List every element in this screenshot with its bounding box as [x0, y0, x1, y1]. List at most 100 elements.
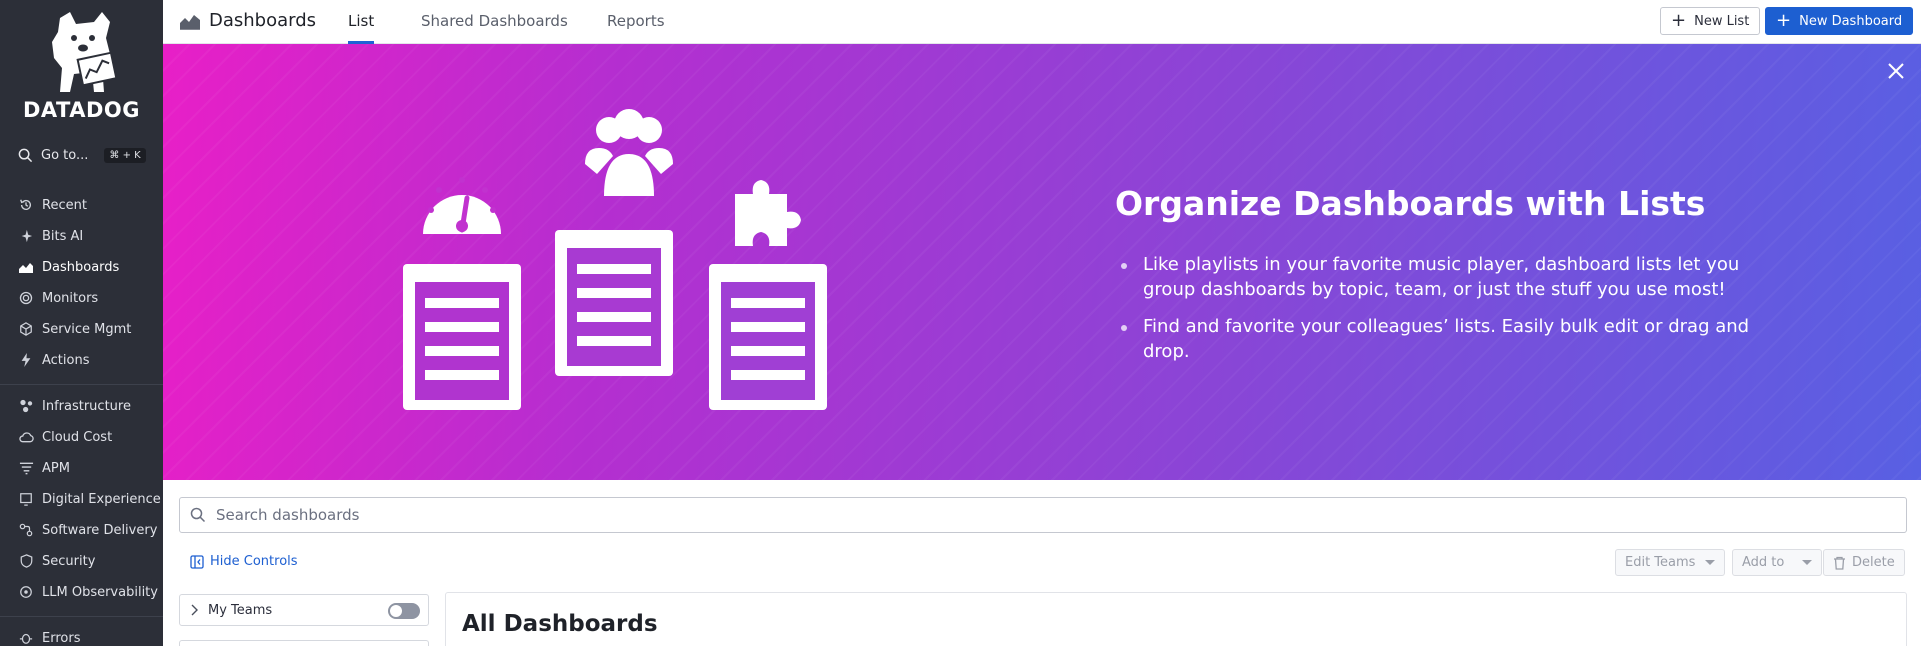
- sidebar-item-cloud-cost[interactable]: Cloud Cost: [18, 425, 112, 449]
- my-teams-filter[interactable]: My Teams: [179, 594, 429, 626]
- llm-icon: [18, 584, 34, 600]
- monitor-icon: [18, 290, 34, 306]
- sidebar-item-label: Dashboards: [42, 259, 120, 275]
- datadog-logo[interactable]: DATADOG: [0, 8, 163, 132]
- page-title-text: Dashboards: [209, 10, 317, 31]
- top-header: Dashboards List Shared Dashboards Report…: [163, 0, 1921, 44]
- tab-shared-dashboards[interactable]: Shared Dashboards: [421, 12, 568, 44]
- sidebar-divider: [0, 616, 163, 617]
- new-list-label: New List: [1694, 13, 1750, 29]
- document-icon: [403, 264, 521, 410]
- lists-illustration: [403, 109, 827, 410]
- search-input[interactable]: [216, 506, 1816, 524]
- collapse-panel-icon: [190, 554, 204, 569]
- sidebar-item-actions[interactable]: Actions: [18, 348, 90, 372]
- sidebar-item-monitors[interactable]: Monitors: [18, 286, 98, 310]
- bug-icon: [18, 630, 34, 646]
- lists-promo-banner: Organize Dashboards with Lists Like play…: [163, 44, 1921, 480]
- edit-teams-label: Edit Teams: [1625, 555, 1696, 570]
- search-icon: [18, 148, 33, 163]
- cloud-dollar-icon: [18, 429, 34, 445]
- sidebar: DATADOG Go to... ⌘ + K Recent Bits AI Da…: [0, 0, 163, 646]
- hide-controls-button[interactable]: Hide Controls: [190, 554, 298, 569]
- sidebar-item-label: Digital Experience: [42, 491, 161, 507]
- delete-button[interactable]: Delete: [1823, 549, 1905, 576]
- sidebar-item-label: LLM Observability: [42, 584, 158, 600]
- filter-panel: [179, 640, 429, 646]
- delete-label: Delete: [1852, 555, 1895, 570]
- tab-reports[interactable]: Reports: [607, 12, 665, 44]
- add-to-label: Add to: [1742, 555, 1785, 570]
- new-list-button[interactable]: + New List: [1660, 7, 1761, 35]
- banner-title: Organize Dashboards with Lists: [1115, 184, 1706, 223]
- add-to-button[interactable]: Add to: [1732, 549, 1823, 576]
- plus-icon: +: [1776, 10, 1792, 31]
- plus-icon: +: [1671, 10, 1687, 31]
- sidebar-item-label: Cloud Cost: [42, 429, 113, 445]
- sidebar-item-label: Bits AI: [42, 228, 84, 244]
- sidebar-item-label: Software Delivery: [42, 522, 158, 538]
- my-teams-label: My Teams: [208, 602, 273, 618]
- sidebar-item-software-delivery[interactable]: Software Delivery: [18, 518, 157, 542]
- sidebar-item-label: APM: [42, 460, 70, 476]
- sidebar-item-digital-experience[interactable]: Digital Experience: [18, 487, 161, 511]
- sidebar-item-llm-observability[interactable]: LLM Observability: [18, 580, 158, 604]
- sidebar-item-label: Monitors: [42, 290, 99, 306]
- sidebar-item-dashboards[interactable]: Dashboards: [18, 255, 119, 279]
- team-icon: [585, 109, 673, 196]
- goto-shortcut: ⌘ + K: [104, 148, 146, 163]
- apm-icon: [18, 460, 34, 476]
- caret-down-icon: [1802, 560, 1813, 565]
- new-dashboard-button[interactable]: + New Dashboard: [1765, 7, 1914, 35]
- sidebar-item-infrastructure[interactable]: Infrastructure: [18, 394, 131, 418]
- banner-bullets: Like playlists in your favorite music pl…: [1121, 252, 1783, 376]
- section-title: All Dashboards: [462, 611, 658, 637]
- close-icon[interactable]: [1887, 60, 1905, 84]
- logo-text: DATADOG: [22, 98, 141, 122]
- cube-icon: [18, 321, 34, 337]
- hide-controls-label: Hide Controls: [210, 554, 298, 569]
- history-icon: [18, 197, 34, 213]
- infrastructure-icon: [18, 398, 34, 414]
- tab-list[interactable]: List: [348, 12, 375, 44]
- sidebar-divider: [0, 384, 163, 385]
- sidebar-item-security[interactable]: Security: [18, 549, 95, 573]
- sidebar-item-label: Actions: [42, 352, 90, 368]
- trash-icon: [1833, 556, 1846, 570]
- banner-bullet: Like playlists in your favorite music pl…: [1121, 252, 1783, 302]
- edit-teams-button[interactable]: Edit Teams: [1615, 549, 1726, 576]
- sidebar-item-service-mgmt[interactable]: Service Mgmt: [18, 317, 131, 341]
- caret-down-icon: [1705, 560, 1716, 565]
- digital-experience-icon: [18, 491, 34, 507]
- document-icon: [555, 230, 673, 376]
- bolt-icon: [18, 352, 34, 368]
- gauge-icon: [423, 177, 501, 234]
- new-dashboard-label: New Dashboard: [1799, 13, 1903, 29]
- banner-bullet: Find and favorite your colleagues’ lists…: [1121, 314, 1783, 364]
- document-icon: [709, 264, 827, 410]
- sidebar-item-errors[interactable]: Errors: [18, 626, 80, 646]
- sparkle-icon: [18, 228, 34, 244]
- sidebar-item-apm[interactable]: APM: [18, 456, 70, 480]
- sidebar-item-label: Infrastructure: [42, 398, 131, 414]
- shield-icon: [18, 553, 34, 569]
- sidebar-item-label: Recent: [42, 197, 87, 213]
- dashboard-icon: [18, 259, 34, 275]
- puzzle-icon: [735, 180, 801, 246]
- dashboard-icon: [179, 12, 201, 30]
- sidebar-item-recent[interactable]: Recent: [18, 193, 87, 217]
- goto-search[interactable]: Go to... ⌘ + K: [18, 148, 146, 163]
- sidebar-item-label: Errors: [42, 630, 81, 646]
- sidebar-item-bits-ai[interactable]: Bits AI: [18, 224, 83, 248]
- search-dashboards[interactable]: [179, 497, 1907, 533]
- delivery-icon: [18, 522, 34, 538]
- all-dashboards-card: All Dashboards: [445, 592, 1907, 646]
- my-teams-toggle[interactable]: [388, 603, 420, 619]
- datadog-dog-icon: [51, 12, 118, 92]
- page-title: Dashboards: [179, 10, 316, 31]
- goto-label: Go to...: [41, 148, 89, 163]
- sidebar-item-label: Service Mgmt: [42, 321, 132, 337]
- chevron-right-icon: [190, 604, 198, 616]
- search-icon: [190, 507, 206, 523]
- sidebar-item-label: Security: [42, 553, 96, 569]
